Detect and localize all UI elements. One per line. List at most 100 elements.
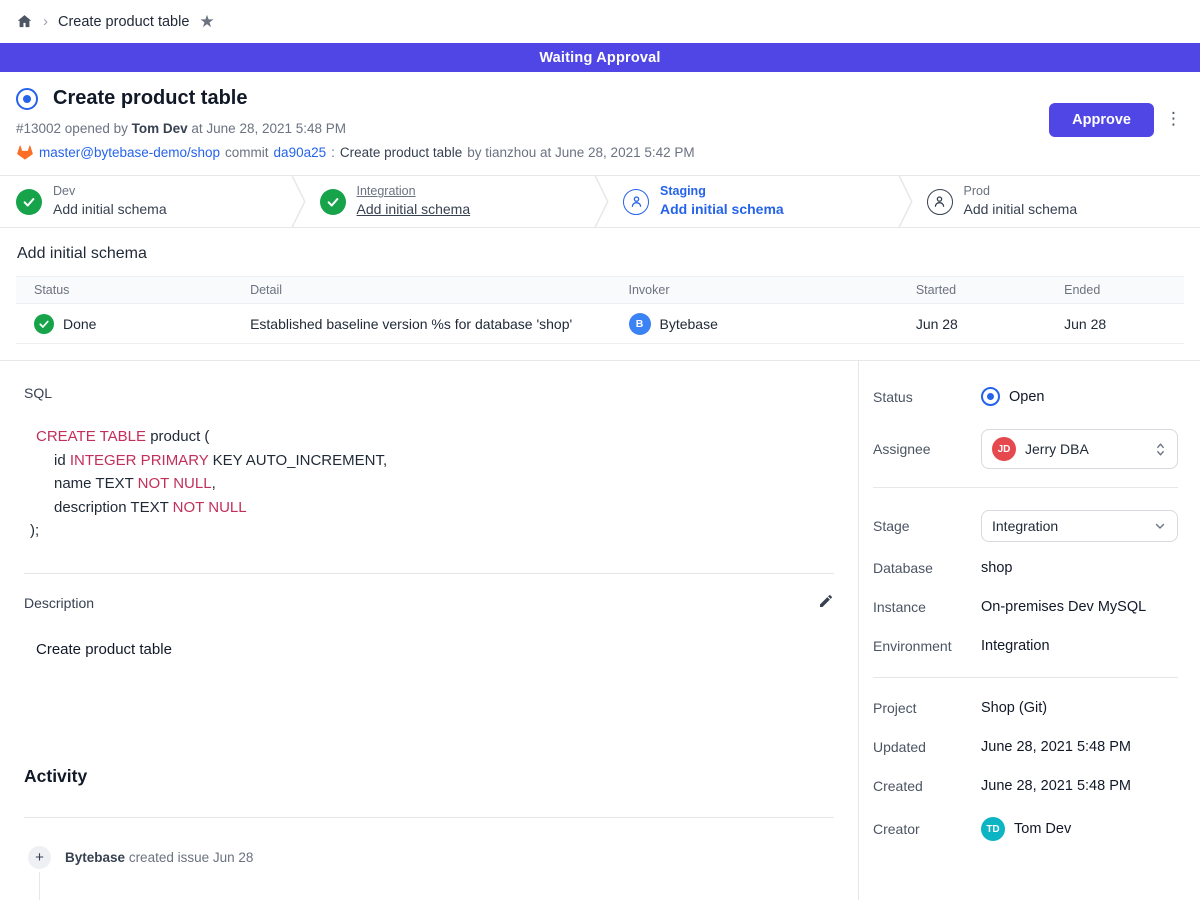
sql-label: SQL bbox=[24, 385, 834, 401]
task-heading: Add initial schema bbox=[17, 245, 1184, 263]
issue-meta: #13002 opened by Tom Dev at June 28, 202… bbox=[16, 121, 1184, 136]
creator-label: Creator bbox=[873, 821, 981, 837]
breadcrumb-title[interactable]: Create product table bbox=[58, 14, 189, 30]
task-invoker: Bytebase bbox=[660, 316, 718, 332]
commit-branch-link[interactable]: master@bytebase-demo/shop bbox=[39, 145, 220, 160]
done-check-icon bbox=[34, 314, 54, 334]
table-row[interactable]: Done Established baseline version %s for… bbox=[16, 304, 1184, 344]
created-label: Created bbox=[873, 778, 981, 794]
sql-text: product ( bbox=[146, 428, 209, 445]
issue-open-icon bbox=[16, 88, 38, 110]
database-label: Database bbox=[873, 560, 981, 576]
updated-label: Updated bbox=[873, 739, 981, 755]
activity-author: Bytebase bbox=[65, 850, 125, 865]
gitlab-icon bbox=[16, 144, 34, 161]
stage-label: Stage bbox=[873, 518, 981, 534]
kebab-menu-icon[interactable]: ⋮ bbox=[1165, 110, 1182, 127]
description-label: Description bbox=[24, 595, 94, 611]
stage-env-label: Staging bbox=[660, 184, 784, 200]
invoker-avatar: B bbox=[629, 313, 651, 335]
stage-task-label: Add initial schema bbox=[660, 201, 784, 219]
up-down-chevron-icon bbox=[1154, 442, 1167, 457]
commit-info: master@bytebase-demo/shop commit da90a25… bbox=[16, 144, 1184, 161]
home-icon[interactable] bbox=[16, 13, 33, 30]
database-value[interactable]: shop bbox=[981, 560, 1178, 576]
issue-id: #13002 opened by bbox=[16, 121, 128, 136]
col-invoker: Invoker bbox=[611, 283, 898, 297]
assignee-label: Assignee bbox=[873, 441, 981, 457]
activity-item: + Bytebase created issue Jun 28 bbox=[24, 846, 834, 869]
created-value: June 28, 2021 5:48 PM bbox=[981, 778, 1178, 794]
stage-task-label: Add initial schema bbox=[964, 201, 1078, 219]
issue-title: Create product table bbox=[53, 87, 247, 110]
task-detail: Established baseline version %s for data… bbox=[250, 316, 572, 332]
commit-author-time: by tianzhou at June 28, 2021 5:42 PM bbox=[467, 145, 694, 160]
pipeline-stage-dev[interactable]: Dev Add initial schema bbox=[0, 176, 290, 227]
down-chevron-icon bbox=[1153, 519, 1167, 533]
stage-done-icon bbox=[16, 189, 42, 215]
commit-message: Create product table bbox=[340, 145, 462, 160]
instance-value[interactable]: On-premises Dev MySQL bbox=[981, 599, 1178, 615]
assignee-value: Jerry DBA bbox=[1025, 441, 1145, 457]
creator-avatar: TD bbox=[981, 817, 1005, 841]
updated-value: June 28, 2021 5:48 PM bbox=[981, 739, 1178, 755]
left-panel: SQL CREATE TABLE product ( id INTEGER PR… bbox=[0, 361, 858, 900]
approve-button[interactable]: Approve bbox=[1049, 103, 1154, 137]
breadcrumb: › Create product table ★ bbox=[0, 0, 1200, 43]
breadcrumb-chevron-icon: › bbox=[43, 13, 48, 30]
timeline-line bbox=[39, 872, 40, 900]
sql-text: KEY AUTO_INCREMENT, bbox=[208, 452, 387, 469]
project-label: Project bbox=[873, 700, 981, 716]
commit-colon: : bbox=[331, 145, 335, 160]
stage-env-label: Dev bbox=[53, 184, 167, 200]
commit-hash-link[interactable]: da90a25 bbox=[274, 145, 327, 160]
sql-text: id bbox=[54, 452, 70, 469]
col-ended: Ended bbox=[1046, 283, 1184, 297]
stage-pending-icon bbox=[927, 189, 953, 215]
status-banner: Waiting Approval bbox=[0, 43, 1200, 72]
main-content: SQL CREATE TABLE product ( id INTEGER PR… bbox=[0, 360, 1200, 900]
description-content[interactable]: Create product table bbox=[24, 641, 834, 658]
open-status-icon bbox=[981, 387, 1000, 406]
sql-keyword: CREATE TABLE bbox=[36, 428, 146, 445]
col-detail: Detail bbox=[232, 283, 610, 297]
stage-value: Integration bbox=[992, 518, 1144, 534]
task-table: Status Detail Invoker Started Ended Done… bbox=[16, 276, 1184, 344]
sql-keyword: NOT NULL bbox=[173, 499, 247, 516]
stage-done-icon bbox=[320, 189, 346, 215]
issue-opened-time: at June 28, 2021 5:48 PM bbox=[191, 121, 346, 136]
col-status: Status bbox=[16, 283, 232, 297]
issue-sidebar: Status Open Assignee JD Jerry DBA Stage … bbox=[858, 361, 1200, 900]
stage-env-label: Prod bbox=[964, 184, 1078, 200]
stage-pending-approval-icon bbox=[623, 189, 649, 215]
activity-action: created issue Jun 28 bbox=[129, 850, 254, 865]
stage-select[interactable]: Integration bbox=[981, 510, 1178, 542]
assignee-select[interactable]: JD Jerry DBA bbox=[981, 429, 1178, 469]
stage-separator bbox=[593, 176, 611, 227]
edit-pencil-icon[interactable] bbox=[818, 593, 834, 614]
pipeline-stage-integration[interactable]: Integration Add initial schema bbox=[308, 176, 594, 227]
sql-keyword: NOT NULL bbox=[138, 475, 212, 492]
commit-word: commit bbox=[225, 145, 269, 160]
sql-text: description TEXT bbox=[54, 499, 173, 516]
pipeline: Dev Add initial schema Integration Add i… bbox=[0, 175, 1200, 228]
stage-task-label: Add initial schema bbox=[357, 201, 471, 219]
environment-label: Environment bbox=[873, 638, 981, 654]
sql-text: , bbox=[212, 475, 216, 492]
status-banner-text: Waiting Approval bbox=[539, 50, 660, 66]
plus-icon: + bbox=[28, 846, 51, 869]
project-value[interactable]: Shop (Git) bbox=[981, 700, 1178, 716]
stage-env-label: Integration bbox=[357, 184, 471, 200]
environment-value[interactable]: Integration bbox=[981, 638, 1178, 654]
sql-text: ); bbox=[30, 522, 39, 539]
issue-header: Create product table #13002 opened by To… bbox=[0, 72, 1200, 175]
task-status: Done bbox=[63, 316, 96, 332]
instance-label: Instance bbox=[873, 599, 981, 615]
task-ended: Jun 28 bbox=[1064, 316, 1106, 332]
pipeline-stage-staging[interactable]: Staging Add initial schema bbox=[611, 176, 897, 227]
stage-task-label: Add initial schema bbox=[53, 201, 167, 219]
col-started: Started bbox=[898, 283, 1046, 297]
star-icon[interactable]: ★ bbox=[199, 13, 214, 30]
pipeline-stage-prod[interactable]: Prod Add initial schema bbox=[915, 176, 1200, 227]
task-started: Jun 28 bbox=[916, 316, 958, 332]
